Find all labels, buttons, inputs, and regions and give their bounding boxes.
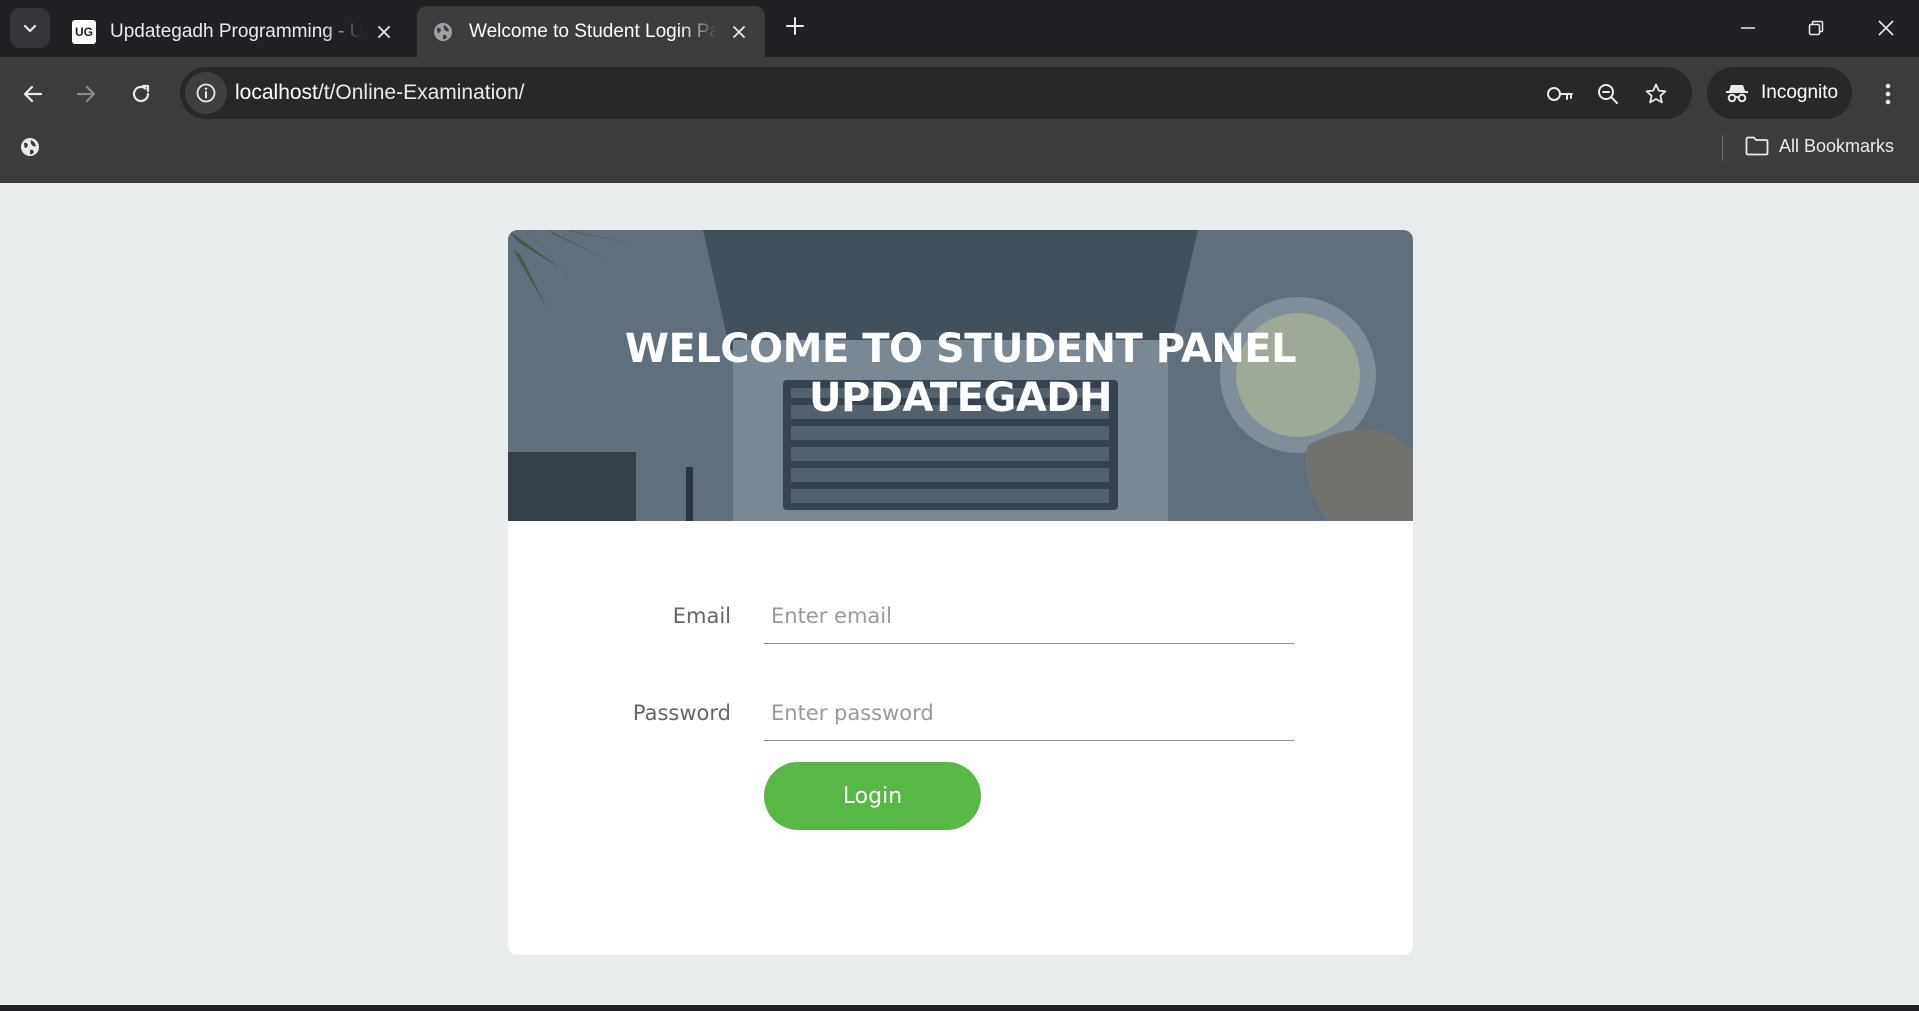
zoom-icon[interactable] <box>1593 79 1623 109</box>
ug-logo-icon: UG <box>72 19 96 44</box>
minimize-button[interactable] <box>1730 10 1766 46</box>
browser-menu-button[interactable] <box>1872 74 1904 114</box>
back-button[interactable] <box>13 74 53 114</box>
tab-student-login[interactable]: Welcome to Student Login Panel <box>417 6 765 57</box>
login-button[interactable]: Login <box>764 762 981 830</box>
arrow-right-icon <box>76 85 96 103</box>
bookmark-star-icon[interactable] <box>1641 79 1671 109</box>
plus-icon <box>786 17 804 35</box>
forward-button[interactable] <box>66 74 106 114</box>
tab-updategadh[interactable]: UG Updategadh Programming - Updategadh <box>58 6 410 57</box>
hero-title-line1: WELCOME TO STUDENT PANEL <box>624 326 1297 372</box>
new-tab-button[interactable] <box>781 12 809 40</box>
email-label: Email <box>672 604 731 628</box>
address-bar[interactable]: localhost/t/Online-Examination/ <box>180 67 1692 119</box>
folder-icon <box>1745 136 1769 156</box>
site-info-icon[interactable] <box>185 72 227 114</box>
password-label: Password <box>632 701 731 725</box>
login-card: WELCOME TO STUDENT PANEL UPDATEGADH Emai… <box>508 230 1413 955</box>
incognito-icon <box>1726 85 1748 103</box>
password-key-icon[interactable] <box>1545 79 1575 109</box>
tab-strip: UG Updategadh Programming - Updategadh W… <box>0 0 1919 57</box>
restore-icon <box>1808 20 1824 36</box>
all-bookmarks-button[interactable]: All Bookmarks <box>1745 131 1894 161</box>
kebab-menu-icon <box>1885 83 1891 105</box>
page-content: WELCOME TO STUDENT PANEL UPDATEGADH Emai… <box>0 183 1919 1005</box>
chevron-down-icon <box>23 24 37 33</box>
email-input[interactable] <box>764 588 1294 644</box>
hero-title: WELCOME TO STUDENT PANEL UPDATEGADH <box>508 325 1413 423</box>
arrow-left-icon <box>23 85 43 103</box>
bookmark-globe-icon[interactable] <box>16 133 44 161</box>
incognito-indicator[interactable]: Incognito <box>1707 67 1852 119</box>
globe-icon <box>431 20 455 44</box>
email-row: Email <box>508 588 1413 648</box>
all-bookmarks-label: All Bookmarks <box>1779 135 1895 156</box>
tab-title: Welcome to Student Login Panel <box>469 20 717 42</box>
password-input[interactable] <box>764 685 1294 741</box>
minimize-icon <box>1741 27 1755 29</box>
close-tab-icon[interactable] <box>372 20 396 44</box>
tab-search-button[interactable] <box>10 8 50 48</box>
password-row: Password <box>508 685 1413 745</box>
tab-title: Updategadh Programming - Updategadh <box>110 20 362 42</box>
bookmark-separator <box>1722 135 1723 161</box>
close-window-button[interactable] <box>1868 10 1904 46</box>
url-path: /t/Online-Examination/ <box>317 81 525 104</box>
close-tab-icon[interactable] <box>727 20 751 44</box>
incognito-label: Incognito <box>1761 82 1839 103</box>
url-host: localhost <box>235 81 318 104</box>
reload-icon <box>132 84 150 103</box>
bottom-edge <box>0 1005 1919 1011</box>
hero-banner: WELCOME TO STUDENT PANEL UPDATEGADH <box>508 230 1413 521</box>
url-text[interactable]: localhost/t/Online-Examination/ <box>235 81 525 105</box>
restore-button[interactable] <box>1798 10 1834 46</box>
close-icon <box>1878 20 1894 36</box>
browser-toolbar: localhost/t/Online-Examination/ Incognit… <box>0 57 1919 183</box>
reload-button[interactable] <box>121 74 161 114</box>
hero-title-line2: UPDATEGADH <box>809 375 1112 421</box>
